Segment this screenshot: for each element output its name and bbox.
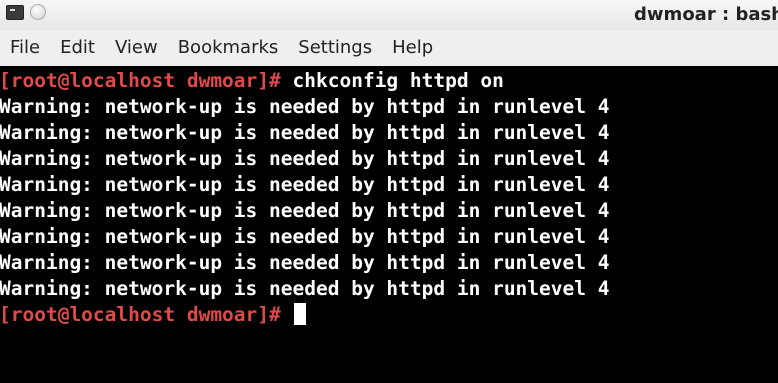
window-title: dwmoar : bash xyxy=(634,4,778,25)
output-line: Warning: network-up is needed by httpd i… xyxy=(0,225,610,248)
output-line: Warning: network-up is needed by httpd i… xyxy=(0,173,610,196)
shell-prompt: [root@localhost dwmoar]# xyxy=(0,69,281,92)
menu-bookmarks[interactable]: Bookmarks xyxy=(170,30,287,66)
shell-prompt: [root@localhost dwmoar]# xyxy=(0,303,281,326)
terminal-output[interactable]: [root@localhost dwmoar]# chkconfig httpd… xyxy=(0,66,778,383)
output-line: Warning: network-up is needed by httpd i… xyxy=(0,199,610,222)
title-bar[interactable]: dwmoar : bash xyxy=(0,0,778,30)
output-line: Warning: network-up is needed by httpd i… xyxy=(0,95,610,118)
command-text: chkconfig httpd on xyxy=(280,69,504,92)
menu-bar: File Edit View Bookmarks Settings Help xyxy=(0,30,778,66)
menu-file[interactable]: File xyxy=(8,30,48,66)
menu-help[interactable]: Help xyxy=(384,30,441,66)
menu-settings[interactable]: Settings xyxy=(290,30,380,66)
title-bar-icons xyxy=(6,4,46,20)
prompt-line: [root@localhost dwmoar]# xyxy=(0,302,306,328)
menu-view[interactable]: View xyxy=(107,30,166,66)
window-circle-button-icon[interactable] xyxy=(30,4,46,20)
terminal-icon[interactable] xyxy=(6,4,24,20)
output-line: Warning: network-up is needed by httpd i… xyxy=(0,277,610,300)
terminal-window: dwmoar : bash File Edit View Bookmarks S… xyxy=(0,0,778,383)
command-line: [root@localhost dwmoar]# chkconfig httpd… xyxy=(0,68,504,94)
text-cursor xyxy=(293,303,306,325)
output-line: Warning: network-up is needed by httpd i… xyxy=(0,121,610,144)
output-line: Warning: network-up is needed by httpd i… xyxy=(0,251,610,274)
output-line: Warning: network-up is needed by httpd i… xyxy=(0,147,610,170)
menu-edit[interactable]: Edit xyxy=(52,30,103,66)
